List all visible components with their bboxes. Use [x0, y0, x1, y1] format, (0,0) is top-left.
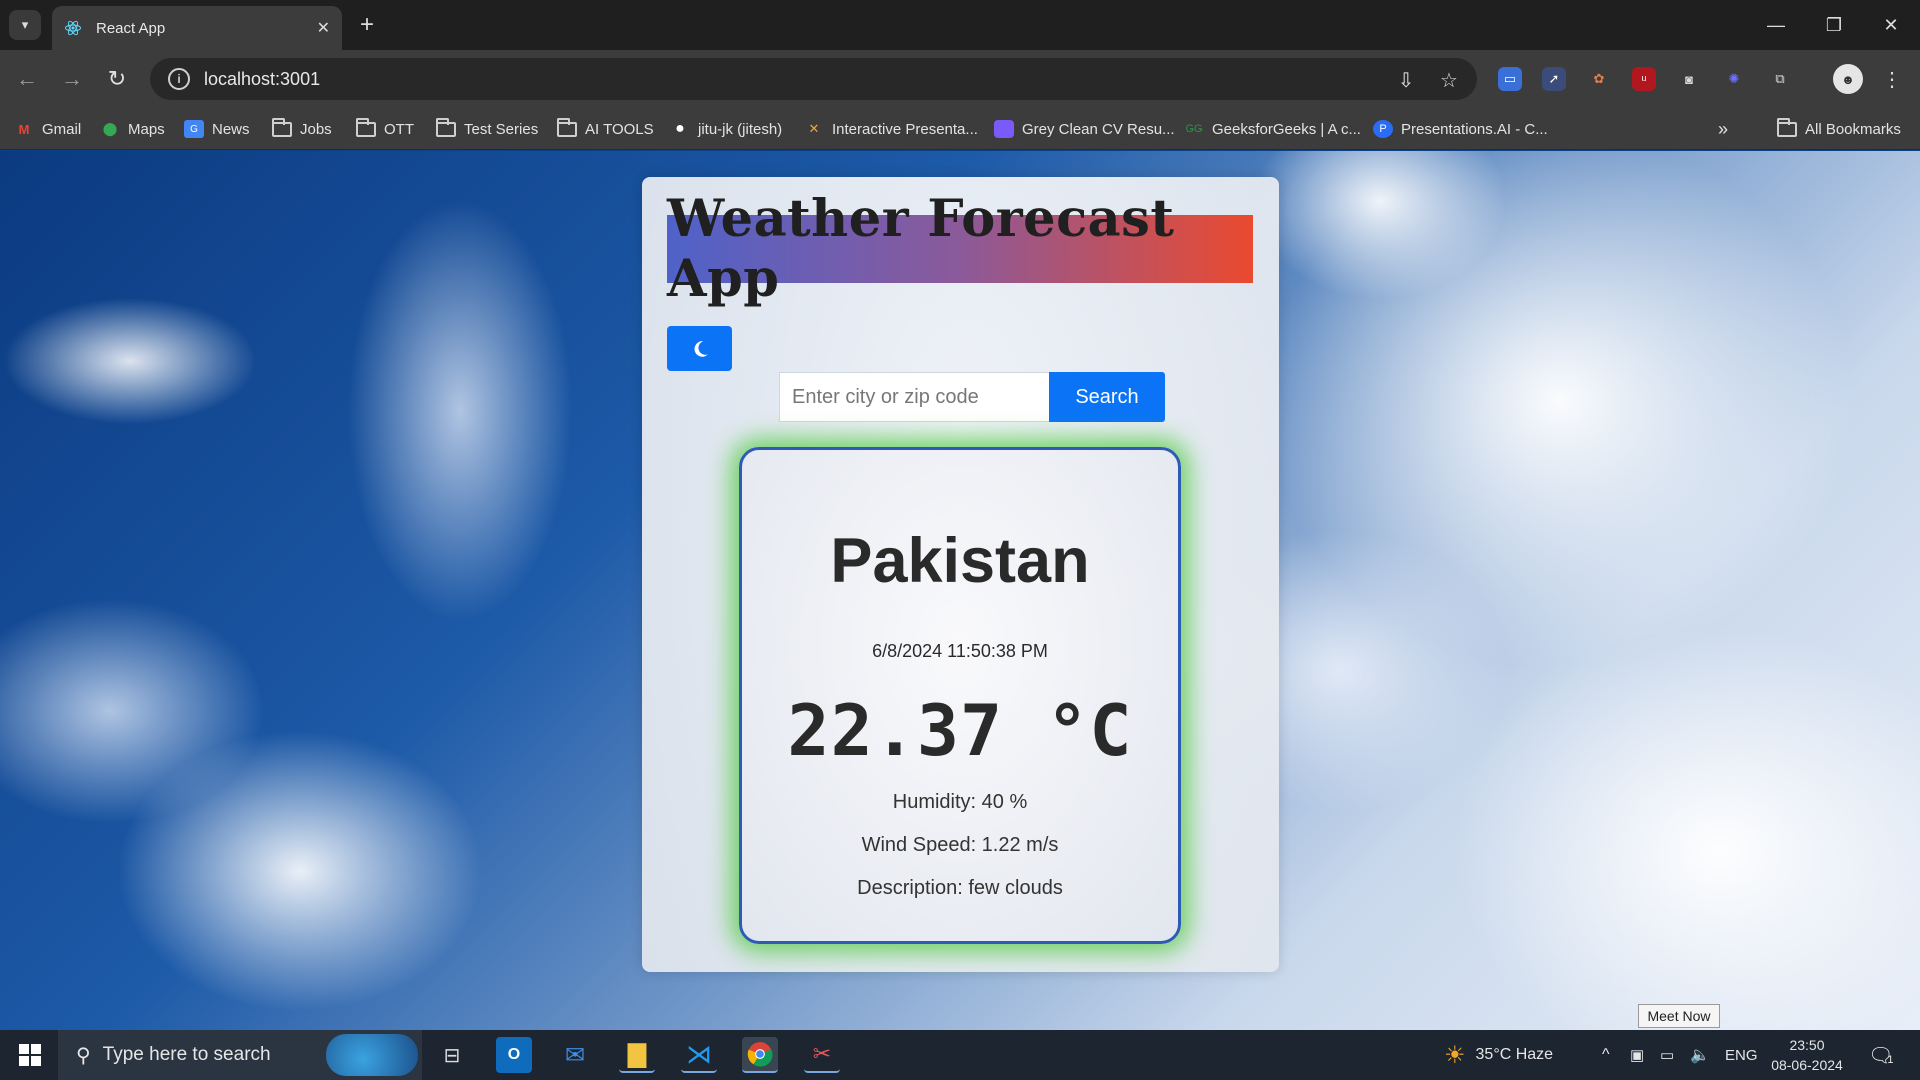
bookmark-cv-resume[interactable]: Grey Clean CV Resu... — [994, 116, 1175, 142]
folder-icon — [436, 117, 456, 138]
new-tab-button[interactable]: + — [352, 10, 382, 40]
show-hidden-icons-chevron-icon[interactable]: ^ — [1602, 1030, 1610, 1080]
haze-weather-icon: ☀ — [1444, 1041, 1466, 1069]
tab-title: React App — [96, 19, 166, 37]
ublock-icon[interactable]: ᵘ — [1632, 67, 1656, 91]
all-bookmarks[interactable]: All Bookmarks — [1777, 116, 1901, 142]
close-window-button[interactable]: ✕ — [1871, 10, 1911, 40]
gfg-icon: ǤǤ — [1185, 123, 1203, 135]
camera-icon[interactable]: ◙ — [1677, 67, 1701, 91]
taskbar-search-box[interactable]: ⚲ Type here to search — [58, 1030, 422, 1080]
gmail-icon: M — [18, 121, 30, 137]
date-time: 6/8/2024 11:50:38 PM — [872, 641, 1048, 661]
close-tab-icon[interactable]: ✕ — [317, 18, 330, 38]
reload-button[interactable]: ↻ — [101, 63, 133, 95]
github-icon: ● — [675, 120, 685, 137]
description: Description: few clouds — [857, 877, 1063, 899]
meet-now-tray-icon[interactable]: ▣ — [1630, 1030, 1644, 1080]
notification-count: 1 — [1887, 1054, 1894, 1066]
extension-star-icon[interactable]: ✺ — [1722, 67, 1746, 91]
bookmarks-bar: M Gmail ⬤ Maps G News Jobs OTT Test Seri… — [0, 108, 1920, 150]
weather-card: Pakistan 6/8/2024 11:50:38 PM 22.37 °C H… — [739, 447, 1181, 944]
outlook-icon[interactable]: O — [496, 1037, 532, 1073]
battery-icon[interactable]: ▭ — [1660, 1030, 1674, 1080]
task-view-icon[interactable]: ⊟ — [434, 1037, 470, 1073]
restore-button[interactable]: ❐ — [1814, 10, 1854, 40]
clock-date: 08-06-2024 — [1771, 1057, 1843, 1073]
vscode-icon[interactable]: ⋊ — [681, 1037, 717, 1073]
chrome-icon[interactable] — [742, 1037, 778, 1073]
wind-speed: Wind Speed: 1.22 m/s — [861, 834, 1059, 856]
bookmark-presentations-ai[interactable]: P Presentations.AI - C... — [1373, 116, 1548, 142]
city-search-input[interactable] — [779, 372, 1050, 422]
bookmark-github[interactable]: ● jitu-jk (jitesh) — [670, 116, 782, 142]
presentation-icon: ✕ — [808, 121, 820, 136]
bookmark-geeksforgeeks[interactable]: ǤǤ GeeksforGeeks | A c... — [1184, 116, 1361, 142]
folder-icon — [1777, 117, 1797, 138]
search-icon: ⚲ — [76, 1044, 91, 1067]
tab-search-button[interactable]: ▾ — [9, 10, 41, 40]
canva-icon — [994, 120, 1014, 138]
more-bookmarks-chevron-icon[interactable]: » — [1718, 116, 1728, 142]
install-app-icon[interactable]: ⇩ — [1394, 68, 1418, 92]
app-container: Weather Forecast App Search Pakistan 6/8… — [642, 177, 1279, 972]
file-explorer-icon[interactable]: ▇ — [619, 1037, 655, 1073]
meet-now-tooltip: Meet Now — [1638, 1004, 1720, 1028]
minimize-button[interactable]: — — [1756, 10, 1796, 40]
extensions-puzzle-icon[interactable]: ⧉ — [1768, 67, 1792, 91]
react-icon — [65, 20, 81, 36]
menu-dots-icon[interactable]: ⋮ — [1880, 67, 1904, 91]
folder-icon — [356, 117, 376, 138]
clock[interactable]: 23:50 08-06-2024 — [1766, 1030, 1848, 1080]
tab-strip: ▾ React App ✕ + — ❐ ✕ — [0, 0, 1920, 50]
bookmark-maps[interactable]: ⬤ Maps — [100, 116, 165, 142]
temperature: 22.37 °C — [787, 690, 1133, 772]
profile-avatar[interactable]: ☻ — [1833, 64, 1863, 94]
humidity: Humidity: 40 % — [892, 791, 1028, 813]
theme-toggle-button[interactable] — [667, 326, 732, 371]
bookmark-test-series[interactable]: Test Series — [436, 116, 538, 142]
back-button[interactable]: ← — [11, 63, 43, 95]
notifications-icon[interactable]: 🗨 1 — [1868, 1030, 1894, 1080]
city-name: Pakistan — [830, 526, 1090, 596]
news-icon: G — [184, 120, 204, 138]
bookmark-news[interactable]: G News — [184, 116, 250, 142]
mail-icon[interactable]: ✉ — [557, 1037, 593, 1073]
bookmark-ai-tools[interactable]: AI TOOLS — [557, 116, 654, 142]
folder-icon — [272, 117, 292, 138]
presentations-ai-icon: P — [1373, 120, 1393, 138]
url-text: localhost:3001 — [204, 68, 321, 89]
folder-icon — [557, 117, 577, 138]
volume-icon[interactable]: 🔈 — [1690, 1030, 1710, 1080]
bookmark-ott[interactable]: OTT — [356, 116, 414, 142]
moon-icon — [694, 340, 708, 357]
address-bar[interactable]: i localhost:3001 ⇩ ☆ — [150, 58, 1477, 100]
bookmark-gmail[interactable]: M Gmail — [14, 116, 82, 142]
sky-background: Weather Forecast App Search Pakistan 6/8… — [0, 151, 1920, 1030]
extension-cookie-icon[interactable]: ✿ — [1587, 67, 1611, 91]
app-title: Weather Forecast App — [667, 189, 1253, 309]
search-button[interactable]: Search — [1049, 372, 1165, 422]
search-highlight-icon — [326, 1034, 418, 1076]
tab-react-app[interactable]: React App ✕ — [52, 6, 342, 50]
clock-time: 23:50 — [1789, 1037, 1825, 1053]
site-info-icon[interactable]: i — [168, 68, 190, 90]
windows-start-icon[interactable] — [12, 1037, 48, 1073]
bookmark-jobs[interactable]: Jobs — [272, 116, 332, 142]
maps-icon: ⬤ — [102, 121, 118, 136]
bookmark-interactive-presentation[interactable]: ✕ Interactive Presenta... — [804, 116, 978, 142]
forward-button[interactable]: → — [56, 63, 88, 95]
taskbar-weather[interactable]: ☀ 35°C Haze — [1444, 1030, 1553, 1080]
snipping-tool-icon[interactable]: ✂ — [804, 1037, 840, 1073]
extension-blue-icon[interactable]: ▭ — [1498, 67, 1522, 91]
extension-cursor-icon[interactable]: ➚ — [1542, 67, 1566, 91]
bookmark-star-icon[interactable]: ☆ — [1437, 68, 1461, 92]
language-indicator[interactable]: ENG — [1725, 1030, 1758, 1080]
